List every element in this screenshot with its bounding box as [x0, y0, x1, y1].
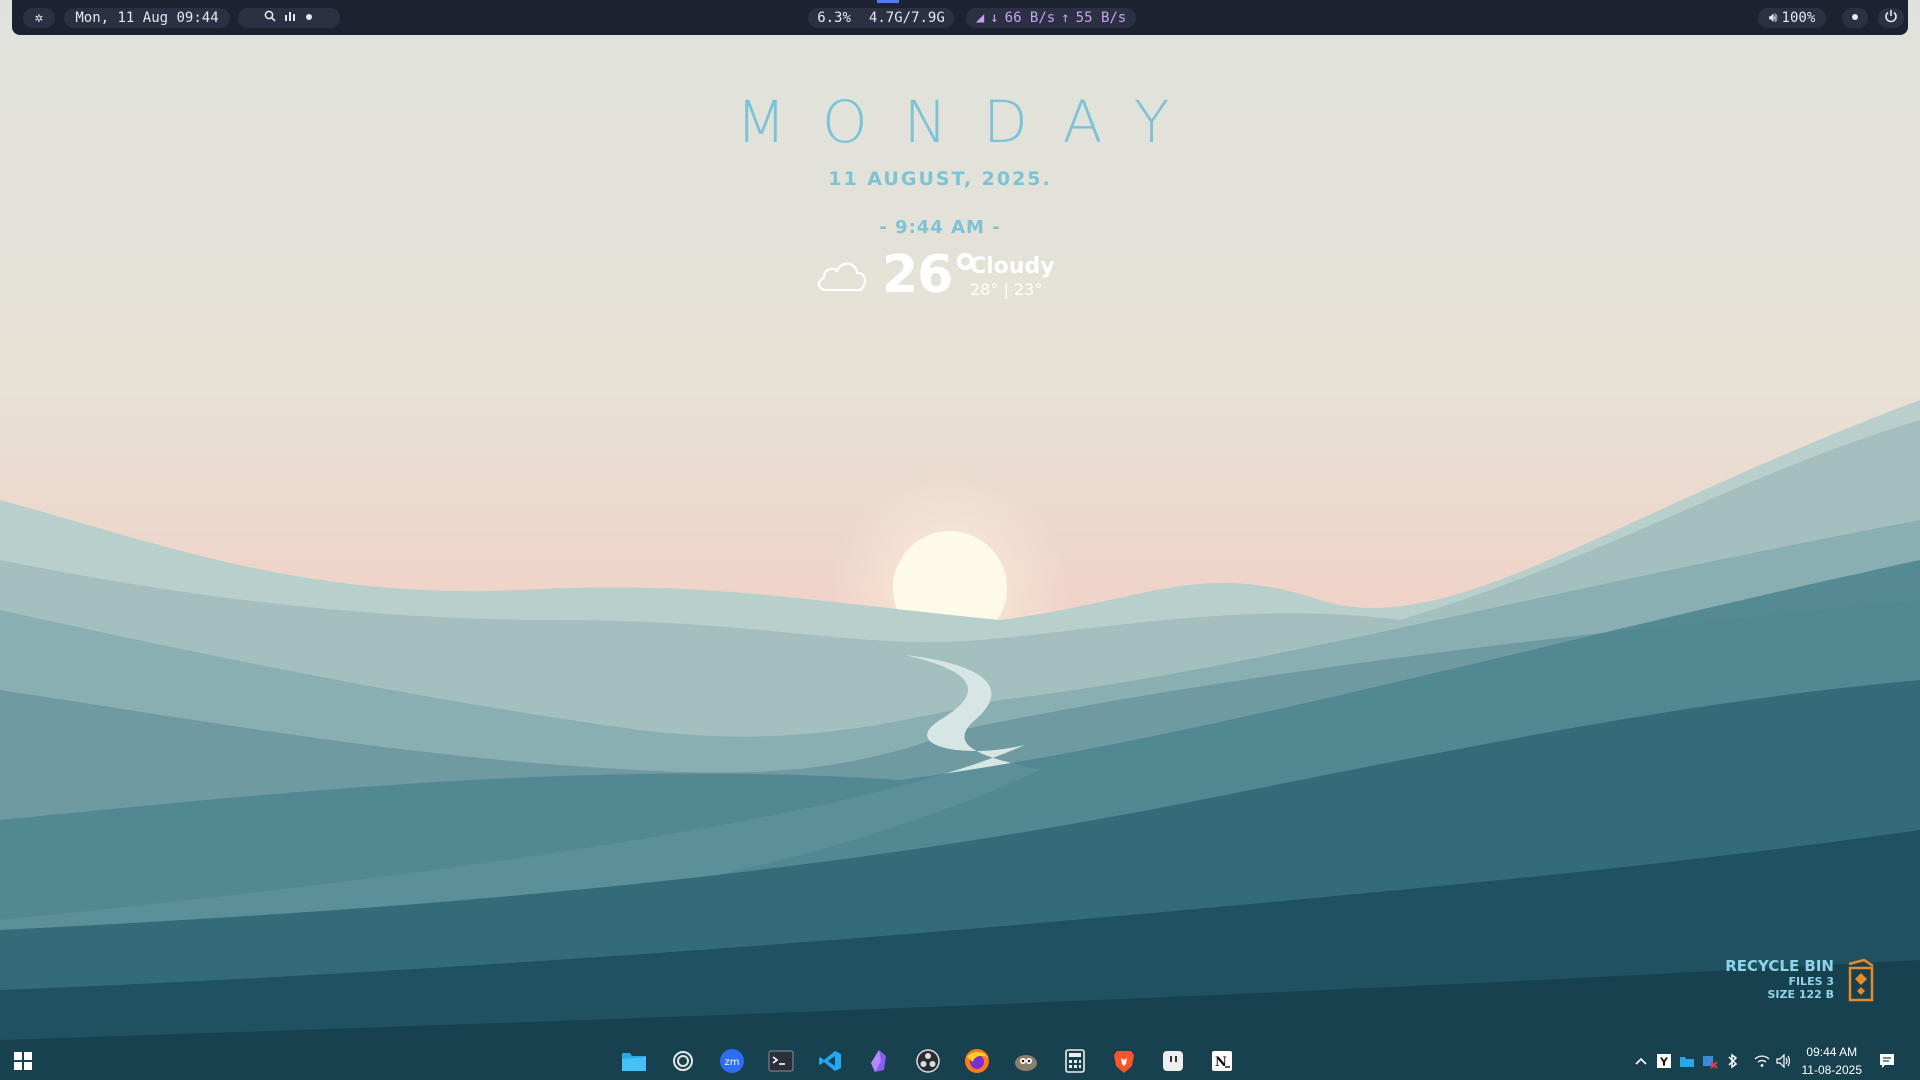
clock-time: 09:44 AM	[1806, 1045, 1858, 1059]
file-explorer-icon[interactable]	[620, 1047, 648, 1075]
power-icon	[1884, 9, 1898, 27]
volume-icon: 🔊︎	[1768, 10, 1778, 26]
taskbar-clock[interactable]: 09:44 AM 11-08-2025	[1802, 1043, 1863, 1079]
signal-icon: ◢	[975, 10, 985, 26]
recycle-bin-files: FILES 3	[1788, 975, 1834, 988]
notification-icon[interactable]	[1878, 1052, 1896, 1070]
cpu-usage: 6.3%	[817, 10, 851, 26]
svg-text:Y: Y	[1659, 1056, 1669, 1069]
volume-icon[interactable]	[1775, 1052, 1793, 1070]
settings-icon: ✲	[34, 10, 44, 26]
firefox-icon[interactable]	[963, 1047, 991, 1075]
volume-pill[interactable]: 🔊︎ 100%	[1758, 8, 1826, 28]
app-icon[interactable]	[1678, 1052, 1696, 1070]
terminal-icon[interactable]	[767, 1047, 795, 1075]
settings-button[interactable]	[1842, 8, 1868, 28]
notion-icon[interactable]: N	[1208, 1047, 1236, 1075]
temperature-high-low: 28° | 23°	[970, 280, 1043, 299]
gimp-icon[interactable]	[1012, 1047, 1040, 1075]
up-arrow-icon: ↑	[1061, 10, 1070, 26]
obs-studio-icon[interactable]	[914, 1047, 942, 1075]
search-icon[interactable]	[264, 10, 276, 26]
volume-level: 100%	[1781, 10, 1816, 26]
datetime-text: Mon, 11 Aug 09:44	[75, 10, 219, 26]
obs-circle-icon[interactable]	[669, 1047, 697, 1075]
datetime-pill[interactable]: Mon, 11 Aug 09:44	[64, 8, 230, 28]
chart-icon[interactable]	[284, 10, 296, 26]
top-status-bar: ✲ Mon, 11 Aug 09:44 6.3% 4.7G/7.9G ◢ ↓ 6…	[12, 0, 1908, 35]
weather-condition: Cloudy	[970, 254, 1055, 279]
memory-usage: 4.7G/7.9G	[868, 10, 945, 26]
dot-icon	[1850, 10, 1860, 26]
down-arrow-icon: ↓	[990, 10, 999, 26]
workspace-indicator	[877, 0, 899, 3]
net-down: 66 B/s	[1004, 10, 1056, 26]
vscode-icon[interactable]	[816, 1047, 844, 1075]
net-up: 55 B/s	[1075, 10, 1127, 26]
day-name: MONDAY	[736, 88, 1206, 156]
system-stats-pill: 6.3% 4.7G/7.9G	[808, 8, 954, 28]
svg-text:N: N	[1215, 1055, 1227, 1070]
start-icon[interactable]	[9, 1047, 37, 1075]
zoom-icon[interactable]: zm	[718, 1047, 746, 1075]
zoom-label: zm	[725, 1057, 740, 1068]
chevron-up-icon[interactable]	[1632, 1052, 1650, 1070]
app-icon[interactable]	[1701, 1052, 1719, 1070]
recycle-bin-size: SIZE 122 B	[1767, 988, 1834, 1001]
cloud-icon	[817, 262, 867, 292]
desktop-wallpaper	[0, 0, 1920, 1080]
bluetooth-icon[interactable]	[1724, 1052, 1742, 1070]
menu-button[interactable]: ✲	[23, 8, 55, 28]
temperature: 26°	[882, 245, 978, 305]
full-date: 11 AUGUST, 2025.	[828, 168, 1052, 190]
brave-icon[interactable]	[1110, 1047, 1138, 1075]
y-icon[interactable]: Y	[1655, 1052, 1673, 1070]
calculator-icon[interactable]	[1061, 1047, 1089, 1075]
current-time: - 9:44 AM -	[879, 217, 1001, 238]
network-pill: ◢ ↓ 66 B/s ↑ 55 B/s	[966, 8, 1136, 28]
power-button[interactable]	[1878, 8, 1904, 28]
dot-icon[interactable]	[304, 10, 314, 26]
recycle-bin-icon[interactable]	[1846, 958, 1876, 1002]
recycle-bin-title[interactable]: RECYCLE BIN	[1725, 957, 1834, 975]
clock-date: 11-08-2025	[1801, 1063, 1863, 1077]
twitch-icon[interactable]	[1159, 1047, 1187, 1075]
quick-actions-pill	[238, 8, 340, 28]
obsidian-icon[interactable]	[865, 1047, 893, 1075]
wifi-icon[interactable]	[1753, 1052, 1771, 1070]
